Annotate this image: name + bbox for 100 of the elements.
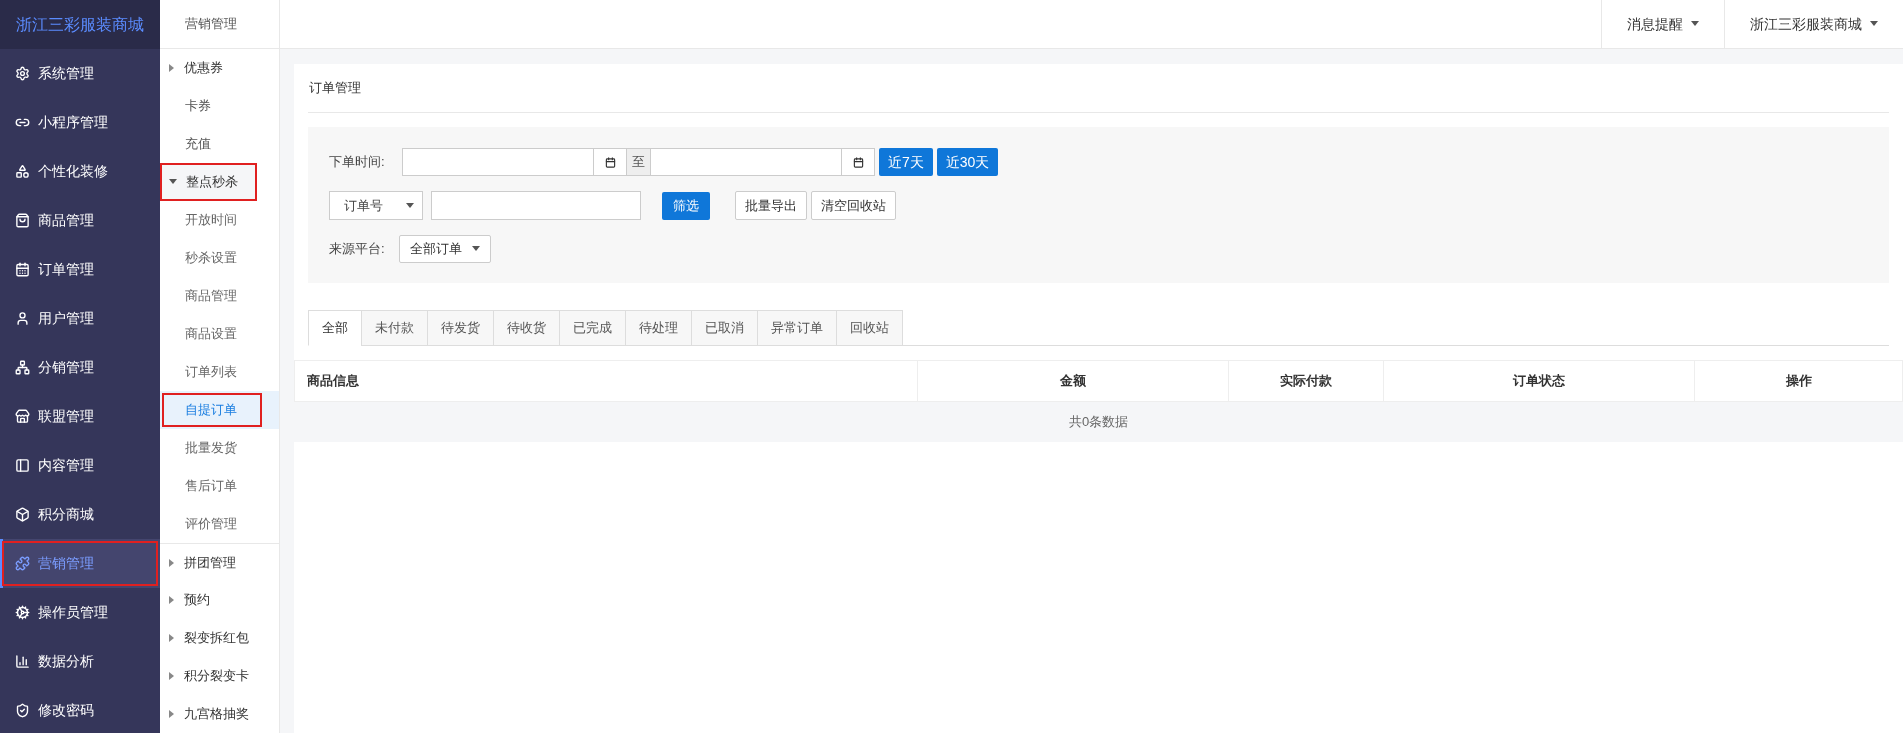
sidebar-item[interactable]: 积分商城	[0, 490, 160, 539]
caret-down-icon	[406, 202, 414, 209]
caret-down-icon	[169, 179, 177, 185]
highlight-frame: 自提订单	[162, 393, 262, 427]
table-header-cell: 实际付款	[1229, 361, 1384, 401]
calendar-button[interactable]	[842, 148, 875, 176]
caret-right-icon	[169, 596, 175, 604]
bag-icon	[15, 213, 30, 228]
table-header-cell-text: 操作	[1784, 372, 1813, 391]
panel-icon	[15, 458, 30, 473]
table-header-cell: 订单状态	[1384, 361, 1695, 401]
order-status-tab[interactable]: 异常订单	[757, 310, 837, 346]
sidebar-item[interactable]: 个性化装修	[0, 147, 160, 196]
caret-right-icon	[169, 672, 175, 680]
quick-date-button[interactable]: 近30天	[936, 148, 999, 176]
date-label: 下单时间:	[329, 153, 386, 172]
store-icon	[15, 409, 30, 424]
sub-menu-item[interactable]: 卡券	[160, 87, 279, 125]
sub-menu-group[interactable]: 预约	[160, 581, 279, 619]
table-header-cell: 商品信息	[295, 361, 918, 401]
sub-menu-item[interactable]: 秒杀设置	[160, 239, 279, 277]
source-dropdown[interactable]: 全部订单	[399, 235, 491, 263]
highlight-frame: 秒杀设置	[162, 241, 262, 275]
calendar-icon	[604, 156, 616, 168]
sidebar-item[interactable]: 商品管理	[0, 196, 160, 245]
sub-menu-item[interactable]: 商品设置	[160, 315, 279, 353]
network-icon	[15, 360, 30, 375]
filter-button[interactable]: 筛选	[662, 191, 710, 220]
sidebar-item[interactable]: 系统管理	[0, 49, 160, 98]
sub-menu-item[interactable]: 商品管理	[160, 277, 279, 315]
calendar-button[interactable]	[594, 148, 627, 176]
order-status-tab[interactable]: 未付款	[361, 310, 428, 346]
bar-chart-icon	[15, 654, 30, 669]
action-button[interactable]: 清空回收站	[811, 191, 896, 220]
order-status-tab[interactable]: 待处理	[625, 310, 692, 346]
gear-icon	[15, 66, 30, 81]
source-label: 来源平台:	[329, 240, 386, 259]
date-input-field[interactable]	[402, 148, 594, 176]
date-separator: 至	[627, 148, 650, 176]
highlight-frame: 商品管理	[162, 279, 262, 313]
highlight-frame: 批量发货	[162, 431, 262, 465]
quick-date-button[interactable]: 近7天	[879, 148, 933, 176]
shield-check-icon	[15, 703, 30, 718]
sidebar-item[interactable]: 操作员管理	[0, 588, 160, 637]
highlight-frame: 订单列表	[162, 355, 262, 389]
highlight-frame: 售后订单	[162, 469, 262, 503]
user-icon	[15, 311, 30, 326]
order-status-tab[interactable]: 已取消	[691, 310, 758, 346]
sidebar-item[interactable]: 分销管理	[0, 343, 160, 392]
order-status-tab[interactable]: 全部	[308, 310, 362, 346]
sidebar-item[interactable]: 订单管理	[0, 245, 160, 294]
caret-right-icon	[169, 634, 175, 642]
order-status-tab[interactable]: 待收货	[493, 310, 560, 346]
page-title: 订单管理	[308, 79, 361, 98]
sub-menu-group[interactable]: 拼团管理	[160, 543, 279, 581]
sidebar-item[interactable]: 用户管理	[0, 294, 160, 343]
puzzle-icon	[15, 556, 30, 571]
sidebar-item[interactable]: 内容管理	[0, 441, 160, 490]
sub-menu-item[interactable]: 售后订单	[160, 467, 279, 505]
top-bar-dropdown[interactable]: 浙江三彩服装商城	[1724, 0, 1903, 48]
sub-menu-item[interactable]: 订单列表	[160, 353, 279, 391]
empty-table-text: 共0条数据	[1068, 413, 1129, 432]
caret-right-icon	[169, 64, 175, 72]
action-button[interactable]: 批量导出	[735, 191, 807, 220]
sidebar-item[interactable]: 修改密码	[0, 686, 160, 733]
top-bar-dropdown[interactable]: 消息提醒	[1601, 0, 1724, 48]
sub-menu-group[interactable]: 裂变拆红包	[160, 619, 279, 657]
sub-menu-group[interactable]: 积分裂变卡	[160, 657, 279, 695]
highlight-frame: 评价管理	[162, 507, 262, 541]
caret-down-icon	[1691, 21, 1699, 27]
sub-menu-group[interactable]: 整点秒杀	[160, 163, 257, 201]
shapes-icon	[15, 164, 30, 179]
sidebar-item[interactable]: 营销管理	[0, 539, 160, 588]
calendar-icon	[852, 156, 864, 168]
gear-icon	[15, 605, 30, 620]
calendar-icon	[15, 262, 30, 277]
highlight-frame: 开放时间	[162, 203, 262, 237]
box-icon	[15, 507, 30, 522]
sidebar-item[interactable]: 小程序管理	[0, 98, 160, 147]
brand-title: 浙江三彩服装商城	[0, 0, 160, 49]
caret-down-icon	[472, 246, 480, 252]
sub-menu-item[interactable]: 开放时间	[160, 201, 279, 239]
sidebar-item[interactable]: 数据分析	[0, 637, 160, 686]
search-input-field[interactable]	[431, 191, 641, 220]
table-header-cell: 金额	[918, 361, 1229, 401]
sub-menu-item[interactable]: 评价管理	[160, 505, 279, 543]
sidebar-item[interactable]: 联盟管理	[0, 392, 160, 441]
sub-menu-group[interactable]: 九宫格抽奖	[160, 695, 279, 733]
date-input-field[interactable]	[650, 148, 842, 176]
caret-right-icon	[169, 710, 175, 718]
sub-sidebar-title: 营销管理	[160, 0, 279, 49]
sub-menu-item[interactable]: 充值	[160, 125, 279, 163]
sub-menu-group[interactable]: 优惠券	[160, 49, 279, 87]
sub-menu-item[interactable]: 自提订单	[160, 391, 279, 429]
order-status-tab[interactable]: 已完成	[559, 310, 626, 346]
sub-menu-item[interactable]: 批量发货	[160, 429, 279, 467]
order-status-tab[interactable]: 待发货	[427, 310, 494, 346]
order-status-tab[interactable]: 回收站	[836, 310, 903, 346]
caret-down-icon	[1870, 21, 1878, 27]
search-type-select[interactable]: 订单号	[329, 191, 423, 220]
